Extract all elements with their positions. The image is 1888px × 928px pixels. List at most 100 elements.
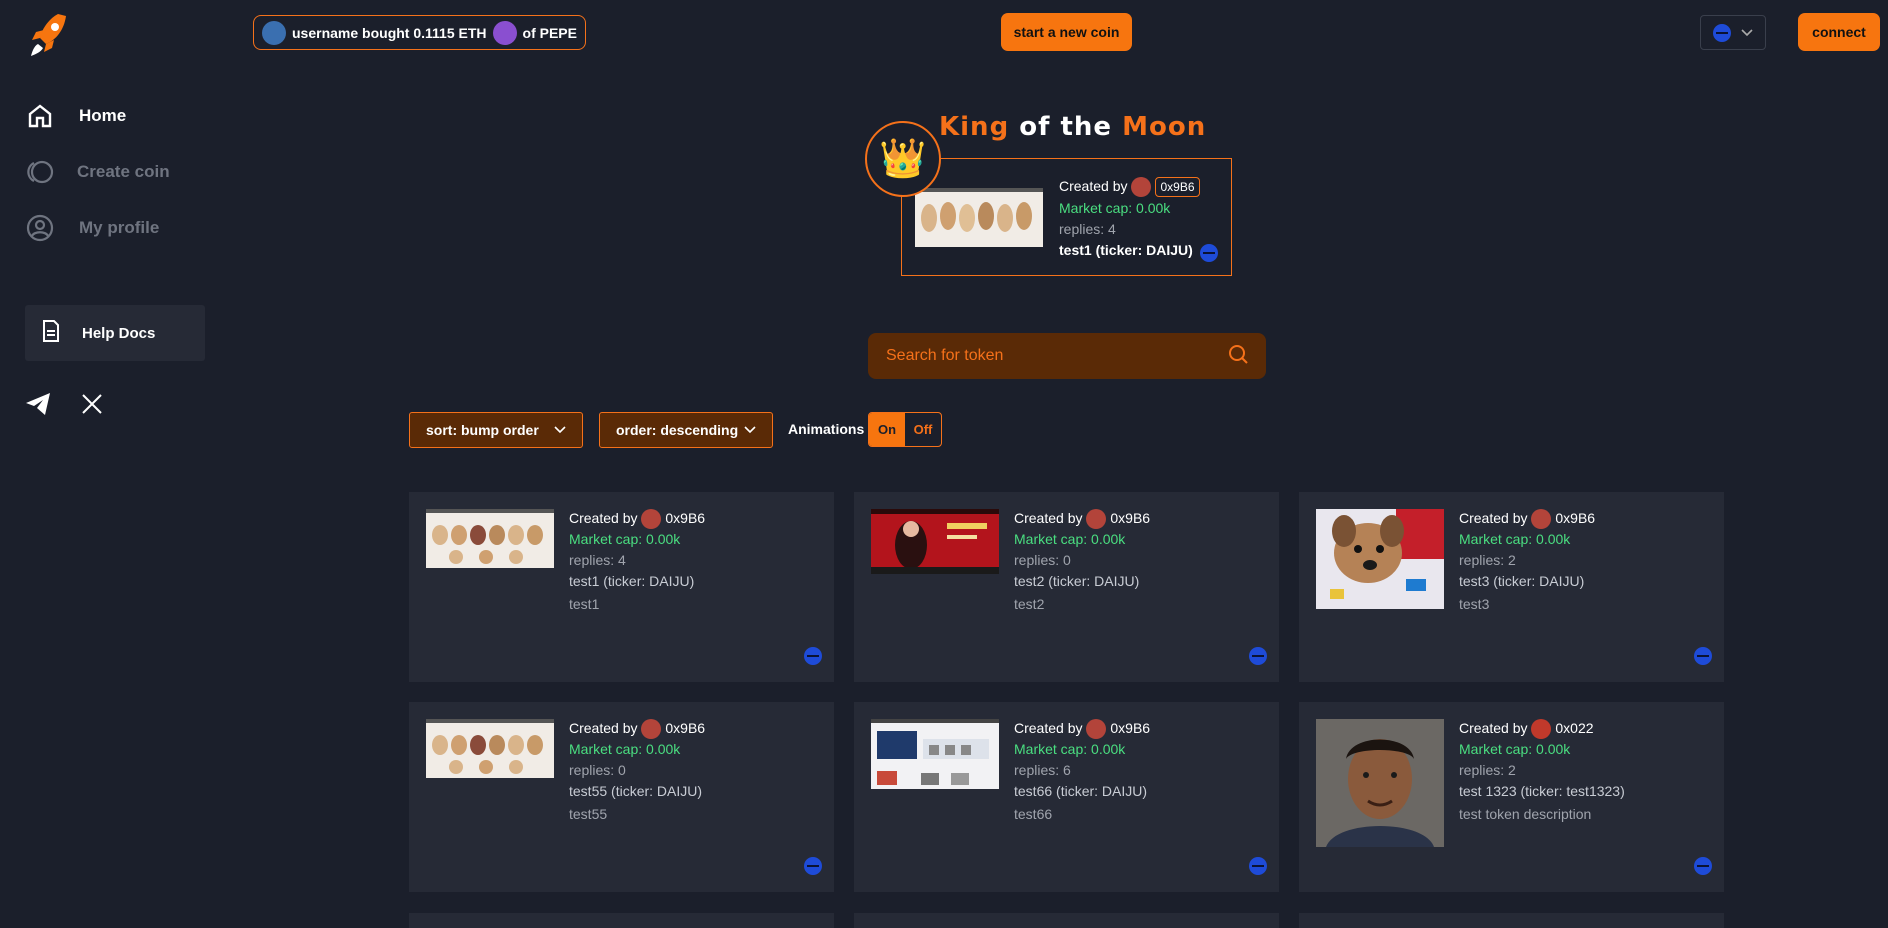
- ethereum-icon: [1249, 647, 1267, 670]
- replies-count: replies: 4: [569, 552, 626, 569]
- creator-address[interactable]: 0x9B6: [665, 720, 705, 736]
- token-info: Created by 0x9B6 Market cap: 0.00k replies…: [1014, 508, 1150, 615]
- creator-avatar: [1086, 719, 1107, 740]
- creator-address[interactable]: 0x9B6: [1155, 177, 1200, 197]
- token-card[interactable]: [409, 913, 834, 928]
- sidebar-item-label: Home: [79, 106, 127, 125]
- creator-avatar: [1531, 719, 1552, 740]
- animations-label: Animations: [788, 421, 865, 437]
- token-card[interactable]: Created by 0x9B6 Market cap: 0.00k replies…: [1299, 492, 1724, 682]
- token-image: [1316, 509, 1444, 609]
- token-card[interactable]: Created by 0x9B6 Market cap: 0.00k replies…: [854, 702, 1279, 892]
- start-new-coin-button[interactable]: start a new coin: [1001, 13, 1132, 51]
- market-cap: Market cap: 0.00k: [1459, 531, 1571, 548]
- search-bar[interactable]: [868, 333, 1266, 379]
- creator-address[interactable]: 0x022: [1555, 720, 1593, 736]
- home-icon: [25, 101, 55, 131]
- chevron-down-icon: [1741, 24, 1753, 42]
- create-coin-icon: [25, 157, 55, 187]
- token-card[interactable]: Created by 0x022 Market cap: 0.00k replies…: [1299, 702, 1724, 892]
- created-by-label: Created by: [1014, 510, 1083, 526]
- ethereum-icon: [1200, 244, 1218, 267]
- token-description: test2: [1014, 596, 1045, 613]
- chevron-down-icon: [554, 426, 566, 434]
- telegram-icon[interactable]: [24, 390, 52, 418]
- token-name: test1 (ticker: DAIJU): [1059, 242, 1193, 258]
- order-dropdown[interactable]: order: descending: [599, 412, 773, 448]
- token-card[interactable]: Created by 0x9B6 Market cap: 0.00k replies…: [409, 492, 834, 682]
- search-icon[interactable]: [1228, 344, 1248, 369]
- profile-icon: [25, 213, 55, 243]
- created-by-label: Created by: [1014, 720, 1083, 736]
- market-cap: Market cap: 0.00k: [1014, 531, 1126, 548]
- creator-avatar: [1531, 509, 1552, 530]
- sidebar-item-label: My profile: [79, 218, 160, 237]
- token-info: Created by 0x9B6 Market cap: 0.00k replies…: [1014, 718, 1150, 825]
- sidebar-item-my-profile[interactable]: My profile: [25, 210, 159, 246]
- creator-avatar: [641, 509, 662, 530]
- animations-on-button[interactable]: On: [869, 413, 905, 446]
- help-docs-label: Help Docs: [82, 324, 156, 342]
- token-description: test3: [1459, 596, 1490, 613]
- sort-label: sort: bump order: [426, 422, 539, 438]
- rocket-logo-icon[interactable]: [28, 12, 68, 58]
- ethereum-icon: [804, 647, 822, 670]
- market-cap: Market cap: 0.00k: [1014, 741, 1126, 758]
- token-name: test2 (ticker: DAIJU): [1014, 573, 1140, 590]
- replies-count: replies: 0: [569, 762, 626, 779]
- token-card[interactable]: [854, 913, 1279, 928]
- ethereum-icon: [1249, 857, 1267, 880]
- token-name: test1 (ticker: DAIJU): [569, 573, 695, 590]
- animations-off-button[interactable]: Off: [905, 413, 941, 446]
- animations-toggle[interactable]: On Off: [868, 412, 942, 447]
- created-by-label: Created by: [569, 510, 638, 526]
- token-image: [426, 509, 554, 568]
- pepe-avatar: [492, 20, 517, 45]
- token-info: Created by 0x9B6 Market cap: 0.00k replies…: [1459, 508, 1595, 615]
- search-input[interactable]: [886, 347, 1206, 365]
- creator-address[interactable]: 0x9B6: [1555, 510, 1595, 526]
- market-cap: Market cap: 0.00k: [569, 531, 681, 548]
- creator-address[interactable]: 0x9B6: [1110, 720, 1150, 736]
- activity-ticker[interactable]: username bought 0.1115 ETH of PEPE: [253, 15, 586, 50]
- token-info: Created by 0x9B6 Market cap: 0.00k replies…: [569, 718, 705, 825]
- ethereum-icon: [1694, 647, 1712, 670]
- sidebar-item-home[interactable]: Home: [25, 98, 126, 134]
- ticker-suffix: of PEPE: [522, 24, 577, 41]
- creator-address[interactable]: 0x9B6: [1110, 510, 1150, 526]
- chevron-down-icon: [744, 426, 756, 434]
- market-cap: Market cap: 0.00k: [569, 741, 681, 758]
- token-description: test1: [569, 596, 600, 613]
- connect-button[interactable]: connect: [1798, 13, 1880, 51]
- sidebar-item-create-coin[interactable]: Create coin: [25, 154, 170, 190]
- created-by-label: Created by: [1459, 510, 1528, 526]
- king-of-the-moon-title: King of the Moon: [939, 112, 1207, 142]
- sort-dropdown[interactable]: sort: bump order: [409, 412, 583, 448]
- creator-avatar: [641, 719, 662, 740]
- order-label: order: descending: [616, 422, 739, 438]
- token-card[interactable]: [1299, 913, 1724, 928]
- replies-count: replies: 2: [1459, 762, 1516, 779]
- token-description: test token description: [1459, 806, 1592, 823]
- token-name: test55 (ticker: DAIJU): [569, 783, 703, 800]
- creator-address[interactable]: 0x9B6: [665, 510, 705, 526]
- creator-avatar: [1086, 509, 1107, 530]
- x-icon[interactable]: [78, 390, 106, 418]
- token-description: test66: [1014, 806, 1053, 823]
- token-name: test66 (ticker: DAIJU): [1014, 783, 1148, 800]
- help-docs-button[interactable]: Help Docs: [25, 305, 205, 361]
- token-info: Created by 0x9B6 Market cap: 0.00k replies…: [569, 508, 705, 615]
- token-name: test 1323 (ticker: test1323): [1459, 783, 1625, 800]
- replies-count: replies: 4: [1059, 221, 1116, 237]
- user-avatar: [262, 20, 286, 45]
- token-card[interactable]: Created by 0x9B6 Market cap: 0.00k replies…: [409, 702, 834, 892]
- crown-icon: 👑: [865, 121, 941, 197]
- market-cap: Market cap: 0.00k: [1459, 741, 1571, 758]
- creator-avatar: [1131, 177, 1152, 198]
- token-image: [915, 188, 1043, 247]
- network-selector[interactable]: [1700, 15, 1766, 50]
- created-by-label: Created by: [1459, 720, 1528, 736]
- token-card[interactable]: Created by 0x9B6 Market cap: 0.00k replies…: [854, 492, 1279, 682]
- ethereum-icon: [1694, 857, 1712, 880]
- document-icon: [42, 319, 60, 347]
